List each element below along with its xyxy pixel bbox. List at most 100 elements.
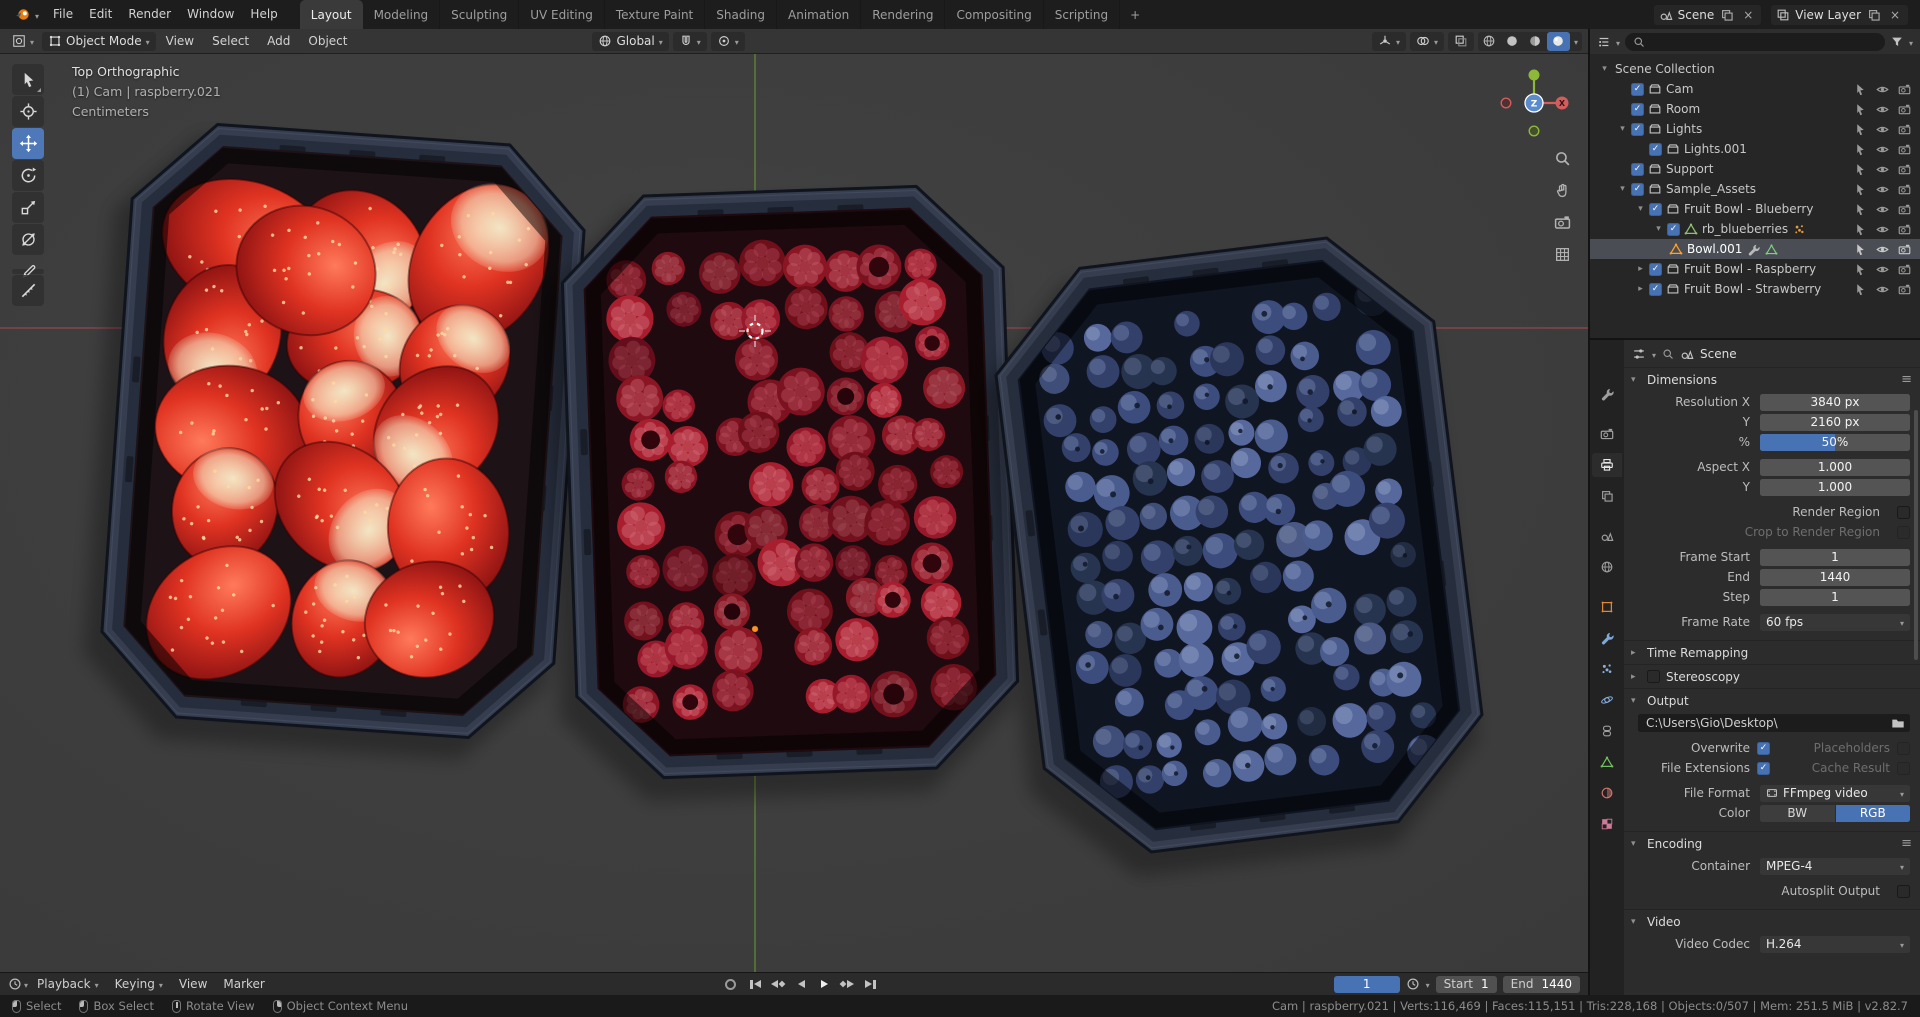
presets-icon[interactable] xyxy=(1901,836,1912,851)
menu-select[interactable]: Select xyxy=(204,27,257,56)
hide-viewport-icon[interactable] xyxy=(1876,103,1889,116)
view-layer-selector[interactable]: View Layer xyxy=(1771,4,1908,25)
selectable-icon[interactable] xyxy=(1854,123,1867,136)
pan-hand-icon[interactable] xyxy=(1551,179,1573,201)
collection-checkbox[interactable] xyxy=(1631,162,1644,176)
gizmo-x-negative[interactable] xyxy=(1500,97,1512,109)
workspace-tab-animation[interactable]: Animation xyxy=(777,0,862,29)
disable-render-icon[interactable] xyxy=(1898,103,1911,116)
play-reverse-button[interactable] xyxy=(791,976,811,993)
collection-checkbox[interactable] xyxy=(1649,202,1662,216)
selectable-icon[interactable] xyxy=(1854,183,1867,196)
expander-icon[interactable] xyxy=(1616,124,1629,134)
selectable-icon[interactable] xyxy=(1854,263,1867,276)
shading-solid-button[interactable] xyxy=(1501,32,1524,51)
menu-window[interactable]: Window xyxy=(179,0,242,29)
auto-keyframe-toggle[interactable] xyxy=(725,978,737,990)
tab-world[interactable] xyxy=(1592,555,1622,579)
scale-tool[interactable] xyxy=(12,192,44,223)
selectable-icon[interactable] xyxy=(1854,243,1867,256)
prev-keyframe-button[interactable] xyxy=(768,976,788,993)
menu-file[interactable]: File xyxy=(45,0,81,29)
workspace-tab-uv-editing[interactable]: UV Editing xyxy=(519,0,605,29)
workspace-tab-shading[interactable]: Shading xyxy=(705,0,778,29)
unlink-scene-button[interactable] xyxy=(1740,7,1756,23)
menu-view-timeline[interactable]: View xyxy=(172,977,214,991)
select-box-tool[interactable] xyxy=(12,64,44,95)
outliner-row-sample-assets[interactable]: Sample_Assets xyxy=(1590,179,1920,199)
proportional-editing-toggle[interactable] xyxy=(710,31,745,51)
panel-stereoscopy-header[interactable]: Stereoscopy xyxy=(1624,665,1920,688)
render-region-checkbox[interactable] xyxy=(1897,505,1910,519)
tab-constraints[interactable] xyxy=(1592,719,1622,743)
expander-icon[interactable] xyxy=(1634,264,1647,274)
expander-icon[interactable] xyxy=(1634,204,1647,214)
autosplit-output-checkbox[interactable] xyxy=(1897,884,1910,898)
panel-time-remapping-header[interactable]: Time Remapping xyxy=(1624,641,1920,664)
tab-texture[interactable] xyxy=(1592,812,1622,836)
outliner-row-scene-collection[interactable]: Scene Collection xyxy=(1590,59,1920,79)
disable-render-icon[interactable] xyxy=(1898,183,1911,196)
menu-help[interactable]: Help xyxy=(242,0,285,29)
placeholders-checkbox[interactable] xyxy=(1897,741,1910,755)
workspace-tab-rendering[interactable]: Rendering xyxy=(861,0,946,29)
hide-viewport-icon[interactable] xyxy=(1876,223,1889,236)
color-rgb-button[interactable]: RGB xyxy=(1835,804,1910,822)
tab-scene[interactable] xyxy=(1592,524,1622,548)
hide-viewport-icon[interactable] xyxy=(1876,263,1889,276)
jump-to-end-button[interactable] xyxy=(860,976,880,993)
menu-object[interactable]: Object xyxy=(300,27,355,56)
disable-render-icon[interactable] xyxy=(1898,263,1911,276)
outliner-row-room[interactable]: Room xyxy=(1590,99,1920,119)
menu-edit[interactable]: Edit xyxy=(81,0,120,29)
hide-viewport-icon[interactable] xyxy=(1876,283,1889,296)
outliner-row-rb-blueberries[interactable]: rb_blueberries xyxy=(1590,219,1920,239)
disable-render-icon[interactable] xyxy=(1898,203,1911,216)
frame-start-field[interactable]: Start 1 xyxy=(1435,975,1497,993)
mode-dropdown[interactable]: Object Mode xyxy=(42,31,156,51)
hide-viewport-icon[interactable] xyxy=(1876,203,1889,216)
outliner-search[interactable] xyxy=(1625,32,1885,51)
workspace-tab-modeling[interactable]: Modeling xyxy=(363,0,441,29)
frame-end-field[interactable]: 1440 xyxy=(1760,568,1910,586)
collection-checkbox[interactable] xyxy=(1631,82,1644,96)
zoom-icon[interactable] xyxy=(1551,147,1573,169)
disable-render-icon[interactable] xyxy=(1898,283,1911,296)
tab-material[interactable] xyxy=(1592,781,1622,805)
overwrite-checkbox[interactable] xyxy=(1757,741,1770,755)
playback-sync-icon[interactable] xyxy=(1406,977,1420,991)
menu-add[interactable]: Add xyxy=(259,27,298,56)
expander-icon[interactable] xyxy=(1652,224,1665,234)
folder-icon[interactable] xyxy=(1891,716,1905,730)
expander-icon[interactable] xyxy=(1634,284,1647,294)
outliner-editor-icon[interactable] xyxy=(1597,35,1611,49)
tab-object[interactable] xyxy=(1592,595,1622,619)
hide-viewport-icon[interactable] xyxy=(1876,83,1889,96)
properties-scroll-area[interactable]: Dimensions Resolution X 3840 px Y 2160 p… xyxy=(1624,367,1920,995)
workspace-tab-layout[interactable]: Layout xyxy=(299,0,363,29)
cache-result-checkbox[interactable] xyxy=(1897,761,1910,775)
menu-playback[interactable]: Playback xyxy=(30,977,106,991)
show-gizmo-dropdown[interactable] xyxy=(1371,31,1406,51)
overlays-dropdown[interactable] xyxy=(1409,31,1444,51)
viewport-canvas[interactable] xyxy=(0,54,1588,972)
collection-checkbox[interactable] xyxy=(1649,282,1662,296)
transform-tool[interactable] xyxy=(12,224,44,255)
play-button[interactable] xyxy=(814,976,834,993)
move-tool[interactable] xyxy=(12,128,44,159)
hide-viewport-icon[interactable] xyxy=(1876,143,1889,156)
jump-to-start-button[interactable] xyxy=(745,976,765,993)
stereoscopy-checkbox[interactable] xyxy=(1647,670,1660,683)
shading-rendered-button[interactable] xyxy=(1546,31,1570,51)
selectable-icon[interactable] xyxy=(1854,103,1867,116)
tab-modifiers[interactable] xyxy=(1592,626,1622,650)
selectable-icon[interactable] xyxy=(1854,83,1867,96)
outliner-row-bowl-001[interactable]: Bowl.001 xyxy=(1590,239,1920,259)
frame-end-field[interactable]: End 1440 xyxy=(1502,975,1580,993)
tab-particles[interactable] xyxy=(1592,657,1622,681)
disable-render-icon[interactable] xyxy=(1898,243,1911,256)
resolution-x-field[interactable]: 3840 px xyxy=(1760,393,1910,411)
camera-view-icon[interactable] xyxy=(1551,211,1573,233)
hide-viewport-icon[interactable] xyxy=(1876,123,1889,136)
frame-start-field[interactable]: 1 xyxy=(1760,548,1910,566)
